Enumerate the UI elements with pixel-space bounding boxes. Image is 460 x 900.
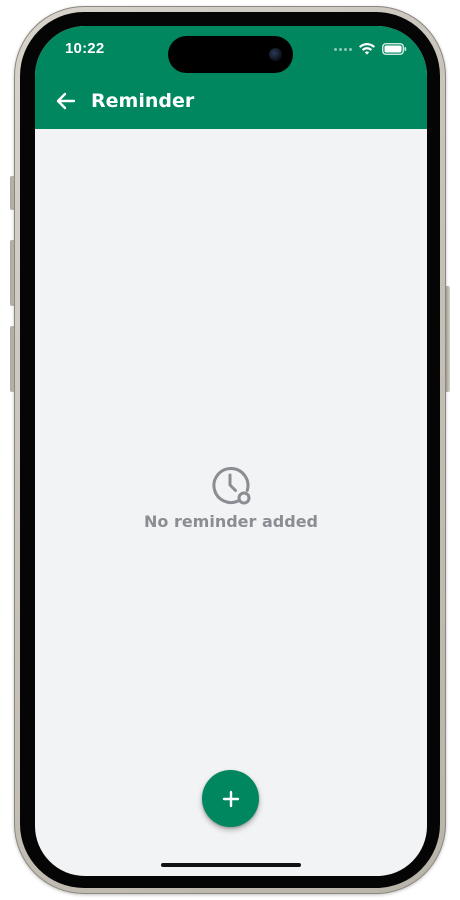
status-icons bbox=[334, 42, 407, 56]
signal-dots-icon bbox=[334, 47, 352, 51]
page-title: Reminder bbox=[91, 90, 195, 112]
back-button[interactable] bbox=[53, 88, 79, 114]
dynamic-island bbox=[168, 36, 293, 73]
home-indicator[interactable] bbox=[161, 863, 301, 867]
plus-icon bbox=[222, 790, 239, 807]
empty-state-message: No reminder added bbox=[143, 512, 318, 531]
front-camera-icon bbox=[269, 48, 282, 61]
device-mockup: 10:22 Reminder No reminder added bbox=[0, 0, 460, 900]
empty-state: No reminder added bbox=[35, 464, 427, 531]
battery-icon bbox=[382, 43, 407, 55]
arrow-left-icon bbox=[56, 92, 76, 110]
wifi-icon bbox=[359, 43, 375, 55]
app-bar: 10:22 Reminder bbox=[35, 26, 427, 129]
clock-icon bbox=[212, 467, 251, 505]
add-reminder-button[interactable] bbox=[202, 770, 259, 827]
status-time: 10:22 bbox=[65, 40, 105, 57]
phone-screen: 10:22 Reminder No reminder added bbox=[35, 26, 427, 876]
